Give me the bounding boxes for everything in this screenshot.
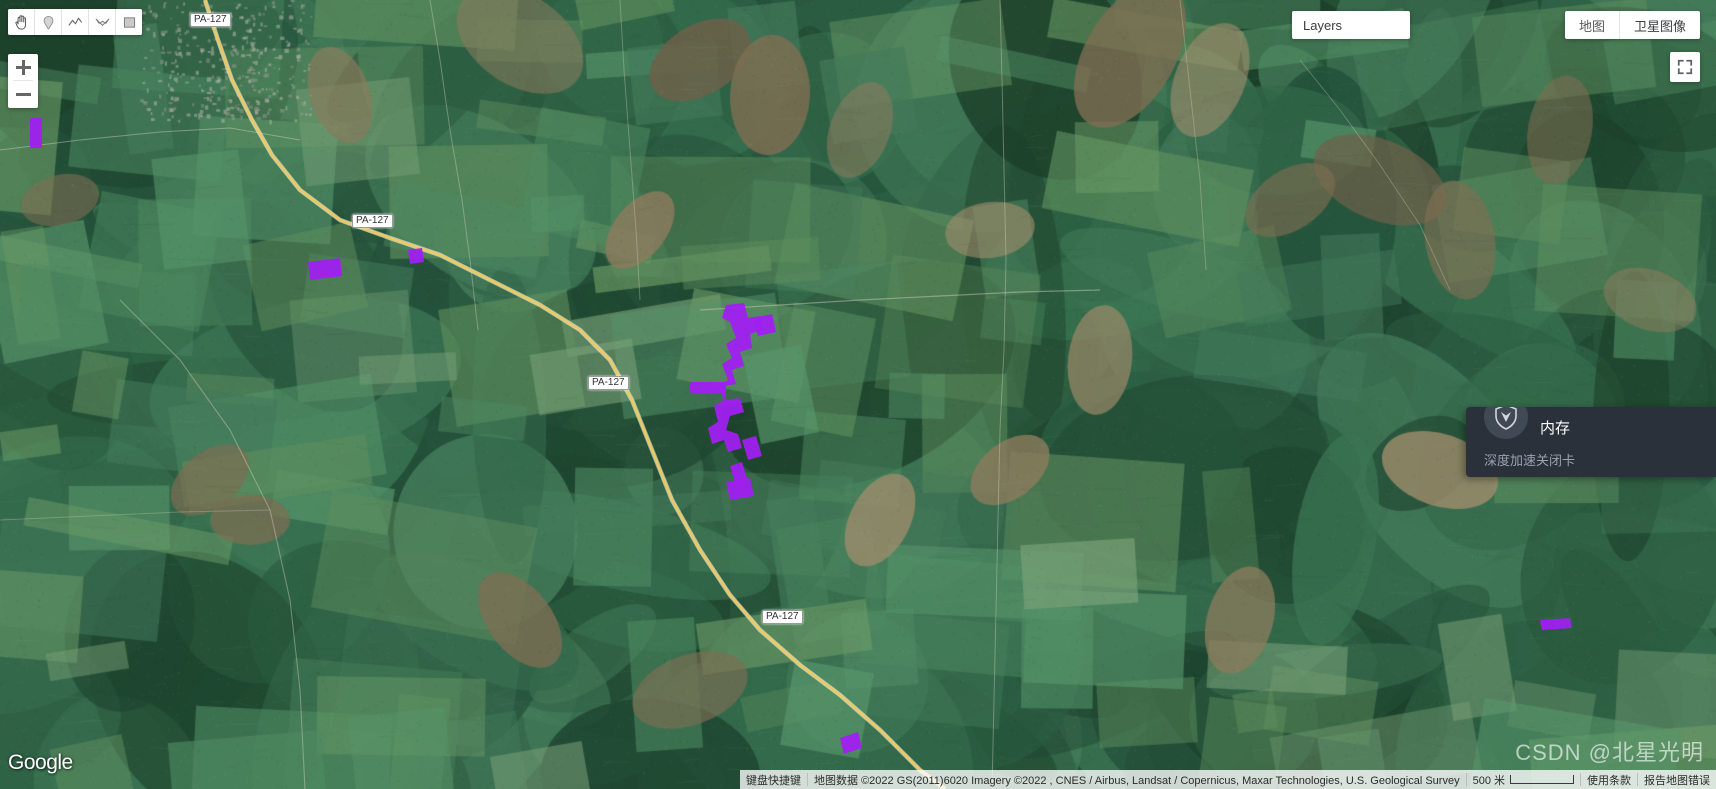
layers-label: Layers [1303,17,1343,33]
terms-link[interactable]: 使用条款 [1581,770,1637,789]
polyline-icon [68,17,82,26]
road-label: PA-127 [190,13,231,27]
notification-subtitle: 深度加速关闭卡 [1484,453,1576,468]
map-type-control: 地图 卫星图像 [1564,11,1700,39]
map-type-satellite-label: 卫星图像 [1633,18,1686,34]
polygon-tool-button[interactable] [89,9,116,35]
tencent-shield-icon [1484,407,1528,439]
notification-popup[interactable]: 内存 深度加速关闭卡 [1466,407,1716,477]
zoom-out-button[interactable] [8,81,38,108]
marker-tool-button[interactable] [35,9,62,35]
polygon-icon [95,18,109,26]
hand-icon [14,14,26,30]
report-map-error-label: 报告地图错误 [1644,774,1710,787]
map-application: PA-127 PA-127 PA-127 PA-127 Layers 地图 卫星… [0,0,1716,789]
road-label: PA-127 [762,610,803,624]
map-type-roadmap-button[interactable]: 地图 [1565,11,1620,39]
road-label: PA-127 [588,376,629,390]
fullscreen-button[interactable] [1670,52,1700,82]
keyboard-shortcuts-label: 键盘快捷键 [746,774,802,787]
scale-bar-graphic [1510,774,1574,784]
pan-hand-tool-button[interactable] [8,9,35,35]
keyboard-shortcuts-link[interactable]: 键盘快捷键 [740,770,808,789]
draw-toolbar [8,9,142,35]
rectangle-icon [123,16,135,28]
fullscreen-icon [1677,59,1693,75]
road-label: PA-127 [352,214,393,228]
zoom-in-button[interactable] [8,54,38,81]
polyline-tool-button[interactable] [62,9,89,35]
terms-label: 使用条款 [1587,774,1631,787]
minus-icon [15,93,31,96]
report-map-error-link[interactable]: 报告地图错误 [1638,770,1716,789]
plus-icon-vertical [21,60,25,75]
scale-indicator: 500 米 [1466,770,1580,789]
zoom-control [8,54,38,108]
satellite-map-canvas[interactable] [0,0,1716,789]
map-type-roadmap-label: 地图 [1578,18,1605,34]
map-pin-icon [43,15,53,29]
layers-selector[interactable]: Layers [1292,11,1410,39]
notification-title: 内存 [1540,420,1571,437]
map-data-attribution: 地图数据 ©2022 GS(2011)6020 Imagery ©2022 , … [808,770,1466,789]
scale-label: 500 米 [1472,774,1505,787]
map-data-label: 地图数据 ©2022 GS(2011)6020 Imagery ©2022 , … [814,774,1460,787]
rectangle-tool-button[interactable] [116,9,142,35]
map-type-satellite-button[interactable]: 卫星图像 [1620,11,1700,39]
